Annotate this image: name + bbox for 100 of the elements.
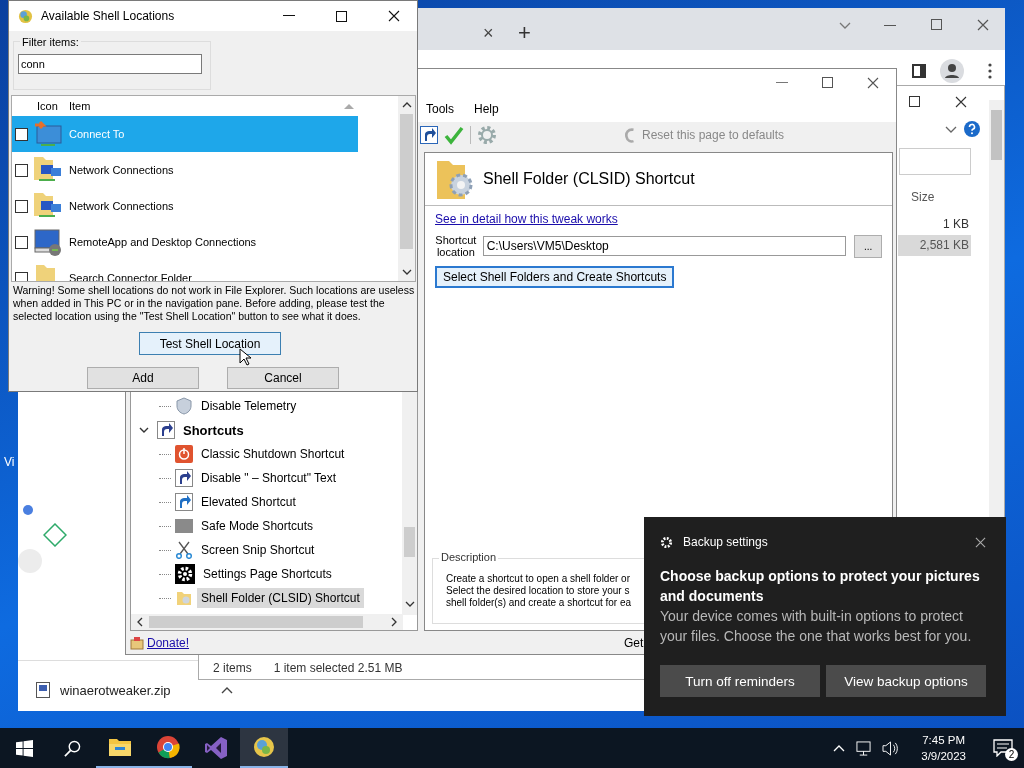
scissors-icon	[175, 541, 193, 559]
test-location-button[interactable]: Test Shell Location	[139, 332, 281, 355]
tree-item[interactable]: Settings Page Shortcuts	[199, 564, 336, 584]
browse-button[interactable]: ...	[854, 234, 882, 258]
checkbox[interactable]	[15, 235, 28, 249]
group-label: Description	[439, 551, 499, 563]
create-shortcuts-button[interactable]: Select Shell Folders and Create Shortcuts	[435, 266, 675, 288]
notification-icon	[993, 739, 1013, 757]
power-icon	[175, 445, 193, 463]
help-link[interactable]: See in detail how this tweak works	[435, 212, 882, 226]
column-header[interactable]: Icon	[37, 100, 58, 112]
tree-item[interactable]: Elevated Shortcut	[197, 492, 300, 512]
expander-icon[interactable]	[139, 425, 149, 435]
scrollbar[interactable]	[398, 96, 415, 281]
menu-icon[interactable]	[988, 63, 992, 79]
scroll-up-icon[interactable]	[401, 102, 412, 108]
column-header[interactable]: Size	[911, 190, 935, 204]
maximize-icon[interactable]	[909, 96, 920, 107]
new-tab-button[interactable]: +	[518, 22, 531, 44]
field-label: Shortcut location	[435, 234, 477, 258]
checkbox[interactable]	[15, 163, 28, 177]
mouse-cursor-icon	[239, 348, 251, 366]
donate-link[interactable]: Donate!	[147, 635, 190, 650]
tree-item[interactable]: Screen Snip Shortcut	[197, 540, 319, 560]
checkbox[interactable]	[15, 127, 28, 141]
maximize-icon[interactable]	[336, 10, 347, 22]
tree-item[interactable]: Shell Folder (CLSID) Shortcut	[197, 588, 364, 608]
scroll-down-icon[interactable]	[405, 601, 415, 607]
shortcut-location-field[interactable]: C:\Users\VM5\Desktop	[482, 236, 847, 256]
checkmark-icon[interactable]	[444, 125, 464, 145]
menu-item[interactable]: Tools	[426, 102, 454, 116]
browser-icon	[156, 735, 180, 759]
download-item[interactable]: winaerotweaker.zip	[36, 682, 233, 698]
scrollbar-thumb[interactable]	[400, 114, 413, 249]
caret-up-icon[interactable]	[220, 686, 233, 694]
dot-icon	[23, 505, 33, 515]
scrollbar[interactable]	[131, 614, 403, 630]
ribbon-logo-icon	[204, 736, 228, 760]
safe-mode-icon	[175, 517, 193, 535]
file-size-cell[interactable]: 2,581 KB	[898, 235, 971, 256]
folder-icon	[175, 589, 193, 607]
scrollbar-thumb[interactable]	[404, 527, 415, 557]
checkbox[interactable]	[15, 271, 28, 281]
notification-title: Choose backup options to protect your pictures and documents	[660, 567, 981, 606]
diamond-icon	[43, 523, 67, 547]
window-title: Available Shell Locations	[41, 9, 175, 23]
orb-icon	[18, 8, 33, 24]
checkbox[interactable]	[15, 199, 28, 213]
chevron-down-icon[interactable]	[839, 22, 851, 30]
scroll-left-icon[interactable]	[137, 617, 143, 627]
profile-icon[interactable]	[940, 59, 964, 83]
orb-icon	[253, 736, 275, 758]
scroll-right-icon[interactable]	[391, 617, 397, 627]
chevron-down-icon[interactable]	[945, 126, 957, 134]
tree-item[interactable]: Classic Shutdown Shortcut	[197, 444, 349, 464]
side-panel-icon[interactable]	[912, 64, 926, 78]
scroll-down-icon[interactable]	[401, 269, 412, 275]
tree-item[interactable]: Disable " – Shortcut" Text	[197, 468, 341, 488]
shield-icon	[175, 397, 193, 415]
network-icon[interactable]	[855, 740, 873, 756]
close-icon[interactable]	[955, 96, 967, 108]
column-header[interactable]: Item	[69, 100, 91, 112]
help-icon[interactable]	[964, 121, 980, 137]
menu-item[interactable]: Help	[474, 102, 499, 116]
clock[interactable]: 7:45 PM 3/9/2023	[909, 732, 978, 764]
close-icon[interactable]	[388, 10, 400, 22]
list-item[interactable]: RemoteApp and Desktop Connections	[12, 224, 358, 260]
minimize-icon[interactable]	[283, 15, 295, 17]
notification-button[interactable]: Turn off reminders	[660, 665, 820, 697]
footer-text: Get	[624, 635, 644, 650]
tree-item[interactable]: Disable Telemetry	[197, 396, 301, 416]
desktop-icon-label[interactable]: Vi	[4, 455, 18, 469]
tree-item[interactable]: Shortcuts	[179, 419, 248, 441]
folder-icon	[108, 737, 132, 757]
search-field[interactable]	[899, 148, 971, 175]
warning-text: Warning! Some shell locations do not work in File Explorer. Such locations are useless when added in This PC or in the navigation pane. Before adding, please test the selected location using the "Test Shell Location" button to see what it does.	[13, 284, 415, 323]
scrollbar-thumb[interactable]	[149, 616, 363, 628]
description-text: Create a shortcut to open a shell folder or Select the desired location to store your s shell folder(s) and create a shortcut for ea	[446, 573, 632, 609]
monitor-icon	[33, 119, 63, 149]
filter-field[interactable]: conn	[18, 54, 202, 74]
tree-item[interactable]: Safe Mode Shortcuts	[197, 516, 318, 536]
close-icon[interactable]	[867, 76, 879, 89]
dialog-button[interactable]: Cancel	[227, 367, 339, 389]
notification-app-name: Backup settings	[683, 535, 768, 549]
file-size-cell[interactable]: 1 KB	[898, 214, 971, 235]
close-icon[interactable]	[975, 536, 986, 548]
orb-taskbar-button[interactable]	[240, 728, 288, 768]
maximize-icon[interactable]	[822, 77, 833, 88]
group-label: Filter items:	[20, 36, 81, 48]
notification-body: Your device comes with built-in options to protect your files. Choose the one that works best for you.	[660, 607, 973, 646]
list-item[interactable]: Network Connections	[12, 188, 358, 224]
list-item[interactable]: Network Connections	[12, 152, 358, 188]
dialog-button[interactable]: Add	[87, 367, 199, 389]
notification-button[interactable]: View backup options	[826, 665, 986, 697]
notification-center-button[interactable]: 2	[988, 733, 1018, 763]
volume-icon[interactable]	[882, 740, 900, 756]
search-icon	[63, 739, 81, 757]
page-title: Shell Folder (CLSID) Shortcut	[483, 170, 695, 188]
scrollbar-thumb[interactable]	[991, 110, 1002, 160]
tab-close-button[interactable]: ×	[483, 24, 494, 42]
